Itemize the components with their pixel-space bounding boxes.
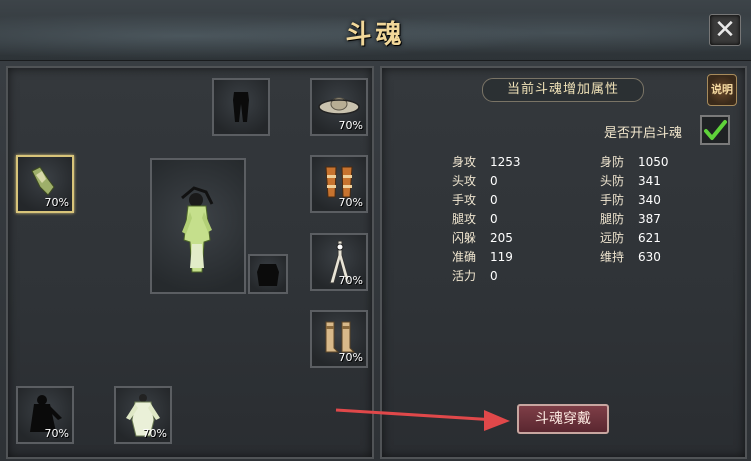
slot-gloves-percent: 70% [44,196,69,209]
stat-value: 1253 [490,155,521,169]
stat-label: 准确 [452,250,477,264]
checkmark-icon [704,120,727,140]
stat-label: 手攻 [452,193,477,207]
stat-row: 手防 340 [600,191,661,208]
stat-label: 身攻 [452,155,477,169]
stat-label: 身防 [600,155,625,169]
close-button[interactable]: ✕ [709,14,741,46]
stat-label: 头防 [600,174,625,188]
equip-dou-hun-button[interactable]: 斗魂穿戴 [517,404,609,434]
stat-label: 闪躲 [452,231,477,245]
slot-armor[interactable] [248,254,288,294]
slot-dark-robe[interactable]: 70% [16,386,74,444]
stat-row: 闪躲 205 [452,229,513,246]
stat-row: 身攻 1253 [452,153,521,170]
stat-row: 活力 0 [452,267,498,284]
slot-pants[interactable] [212,78,270,136]
armor-icon [257,264,279,286]
slot-belt-percent: 70% [338,274,363,287]
slot-light-robe[interactable]: 70% [114,386,172,444]
slot-bracers-percent: 70% [338,196,363,209]
character-portrait [150,158,246,294]
slot-belt[interactable]: 70% [310,233,368,291]
pants-icon [233,92,249,122]
stat-value: 630 [638,250,661,264]
stat-value: 205 [490,231,513,245]
slot-boots-percent: 70% [338,351,363,364]
stat-value: 0 [490,212,498,226]
stat-row: 远防 621 [600,229,661,246]
dou-hun-window: 斗魂 ✕ 70% 70% 70% 70% 70% 70% 70% 当前斗魂增加属… [0,0,751,461]
slot-dark-robe-percent: 70% [44,427,69,440]
stat-value: 119 [490,250,513,264]
slot-hat-percent: 70% [338,119,363,132]
stat-label: 手防 [600,193,625,207]
stat-label: 头攻 [452,174,477,188]
stat-value: 0 [490,269,498,283]
stat-row: 头防 341 [600,172,661,189]
stat-row: 腿防 387 [600,210,661,227]
stat-label: 远防 [600,231,625,245]
window-title: 斗魂 [345,20,406,50]
stat-row: 手攻 0 [452,191,498,208]
stat-label: 维持 [600,250,625,264]
stat-row: 头攻 0 [452,172,498,189]
attribute-panel: 当前斗魂增加属性 说明 是否开启斗魂 身攻 1253 头攻 0 手攻 0 腿攻 0 闪躲… [380,66,747,459]
stat-value: 0 [490,174,498,188]
stat-label: 活力 [452,269,477,283]
stat-row: 维持 630 [600,248,661,265]
stat-label: 腿攻 [452,212,477,226]
slot-boots[interactable]: 70% [310,310,368,368]
stat-row: 腿攻 0 [452,210,498,227]
dou-hun-toggle-checkbox[interactable] [700,115,730,145]
close-icon: ✕ [714,15,736,45]
stat-row: 准确 119 [452,248,513,265]
stat-value: 341 [638,174,661,188]
equipment-panel: 70% 70% 70% 70% 70% 70% 70% [6,66,374,459]
slot-bracers[interactable]: 70% [310,155,368,213]
title-bar: 斗魂 ✕ [0,0,751,61]
dou-hun-toggle-label: 是否开启斗魂 [604,126,683,141]
stat-row: 身防 1050 [600,153,669,170]
stat-value: 1050 [638,155,669,169]
character-figure [181,186,214,273]
stat-value: 0 [490,193,498,207]
stat-value: 621 [638,231,661,245]
attribute-header: 当前斗魂增加属性 [482,78,644,102]
slot-gloves[interactable]: 70% [16,155,74,213]
slot-light-robe-percent: 70% [142,427,167,440]
stat-label: 腿防 [600,212,625,226]
explain-button[interactable]: 说明 [707,74,737,106]
stat-value: 340 [638,193,661,207]
slot-hat[interactable]: 70% [310,78,368,136]
stat-value: 387 [638,212,661,226]
